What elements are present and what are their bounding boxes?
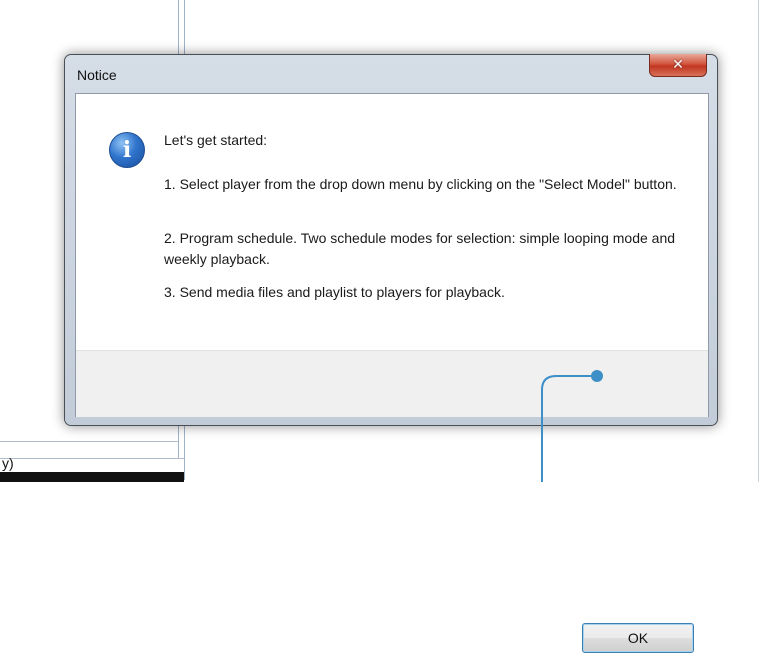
message-step-1: 1. Select player from the drop down menu… <box>164 176 677 192</box>
dialog-title: Notice <box>77 67 117 83</box>
background-status-bar <box>0 472 184 482</box>
background-partial-text: y) <box>2 455 14 471</box>
info-icon: i <box>109 132 145 168</box>
notice-dialog: Notice ✕ i Let's get started: 1. Select … <box>64 54 718 653</box>
message-step-3: 3. Send media files and playlist to play… <box>164 284 505 300</box>
background-divider <box>0 441 178 442</box>
background-window-edge <box>758 0 759 482</box>
callout-pointer-dot <box>591 370 603 382</box>
dialog-client-area: i Let's get started: 1. Select player fr… <box>75 93 709 653</box>
background-divider <box>0 458 184 459</box>
close-button[interactable]: ✕ <box>649 54 707 77</box>
dialog-content: i Let's get started: 1. Select player fr… <box>76 94 708 350</box>
ok-button[interactable]: OK <box>582 623 694 653</box>
dialog-button-bar: OK <box>76 350 708 653</box>
close-icon: ✕ <box>672 57 684 73</box>
message-step-2: 2. Program schedule. Two schedule modes … <box>164 230 676 267</box>
message-heading: Let's get started: <box>164 132 268 148</box>
